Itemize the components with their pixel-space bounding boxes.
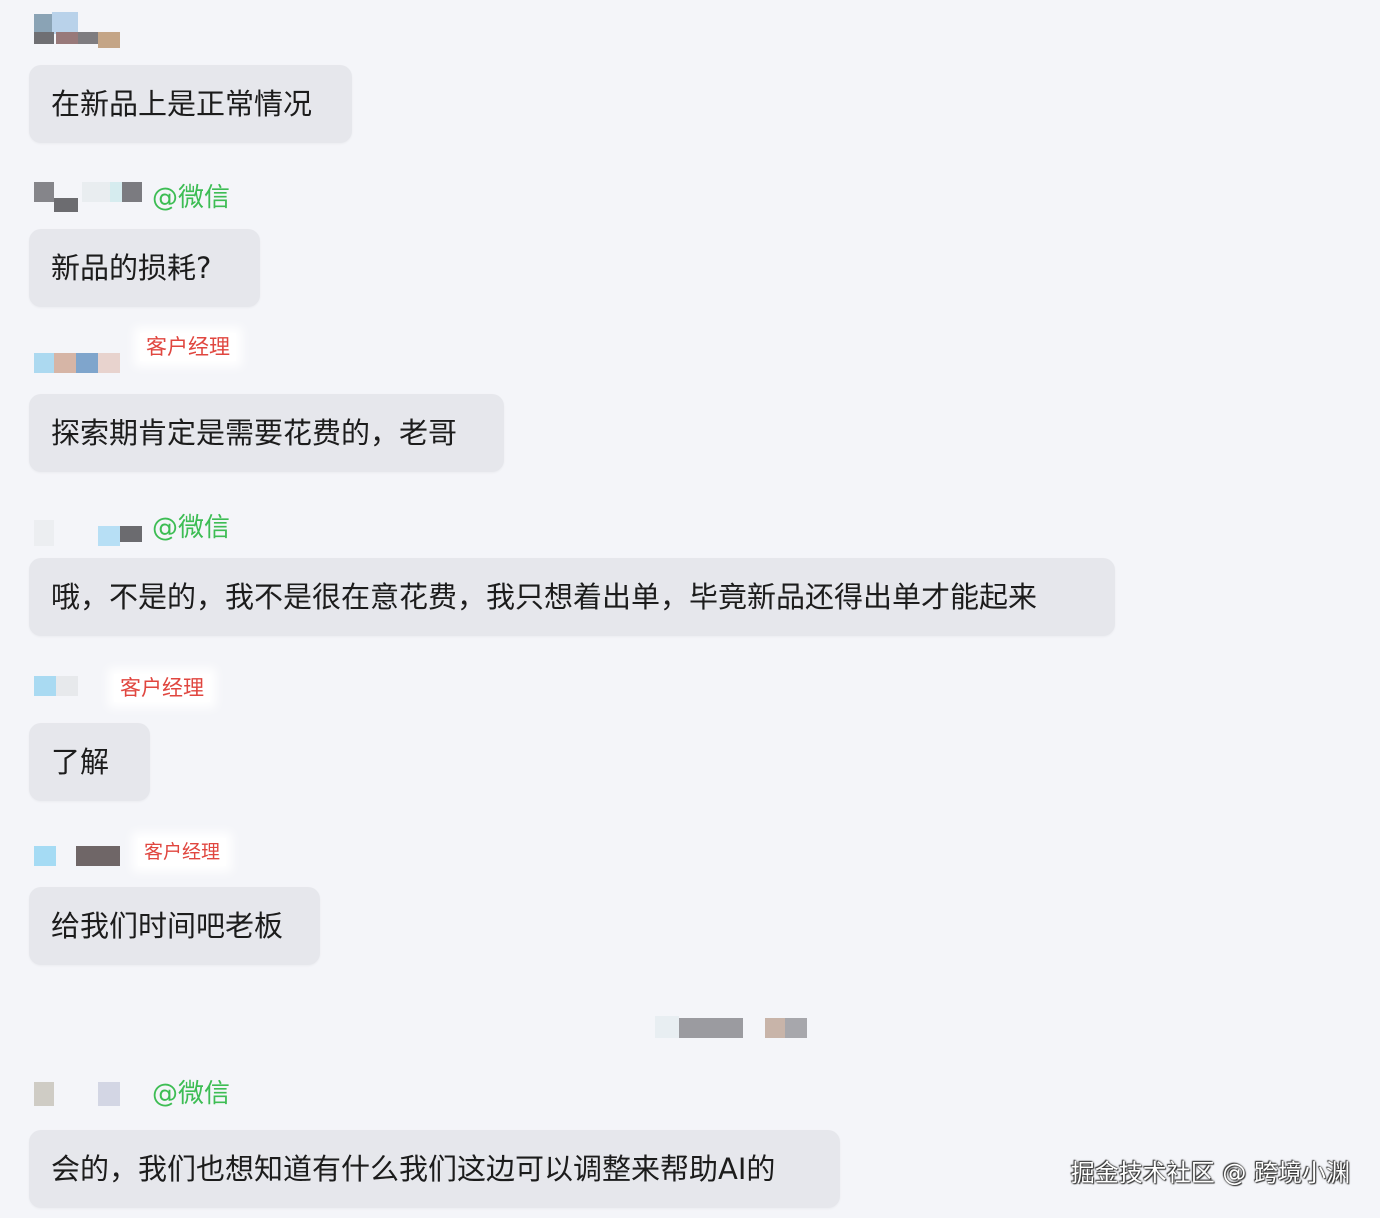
blurred-avatar-name	[78, 32, 98, 44]
blurred-avatar-name	[34, 520, 54, 546]
sender-info: @微信	[34, 1078, 254, 1118]
manager-tag: 客户经理	[138, 838, 227, 866]
blurred-avatar-name	[34, 1082, 54, 1106]
blurred-avatar-name	[54, 353, 76, 373]
message-bubble: 在新品上是正常情况	[29, 65, 352, 143]
message-bubble: 了解	[29, 723, 150, 801]
sender-info: 客户经理	[34, 672, 234, 712]
blurred-avatar-name	[56, 32, 78, 44]
message-bubble: 新品的损耗?	[29, 229, 260, 307]
system-notice	[655, 1014, 815, 1042]
blurred-avatar-name	[54, 198, 78, 212]
blurred-avatar-name	[765, 1018, 785, 1038]
blurred-avatar-name	[98, 526, 120, 546]
blurred-avatar-name	[122, 182, 142, 202]
message-text: 新品的损耗?	[51, 251, 212, 285]
message-bubble: 给我们时间吧老板	[29, 887, 320, 965]
sender-info	[34, 10, 134, 50]
message-text: 给我们时间吧老板	[51, 909, 284, 943]
blurred-avatar-name	[110, 182, 122, 202]
blurred-avatar-name	[98, 32, 120, 48]
blurred-avatar-name	[34, 676, 56, 696]
message-bubble: 哦，不是的，我不是很在意花费，我只想着出单，毕竟新品还得出单才能起来	[29, 558, 1115, 636]
watermark: 掘金技术社区 @ 跨境小渊	[1070, 1159, 1350, 1187]
blurred-avatar-name	[34, 353, 54, 373]
wechat-tag: @微信	[152, 513, 231, 543]
message-bubble: 探索期肯定是需要花费的，老哥	[29, 394, 504, 472]
blurred-avatar-name	[34, 14, 52, 34]
manager-tag: 客户经理	[114, 674, 210, 702]
blurred-avatar-name	[56, 676, 78, 696]
blurred-avatar-name	[98, 353, 120, 373]
message-bubble: 会的，我们也想知道有什么我们这边可以调整来帮助AI的	[29, 1130, 840, 1208]
blurred-avatar-name	[76, 353, 98, 373]
blurred-avatar-name	[120, 526, 142, 542]
blurred-avatar-name	[655, 1016, 679, 1038]
wechat-tag: @微信	[152, 183, 231, 213]
blurred-avatar-name	[785, 1018, 807, 1038]
blurred-avatar-name	[52, 12, 78, 34]
manager-tag: 客户经理	[140, 333, 236, 361]
wechat-tag: @微信	[152, 1079, 231, 1109]
message-text: 哦，不是的，我不是很在意花费，我只想着出单，毕竟新品还得出单才能起来	[51, 580, 1038, 614]
sender-info: @微信	[34, 180, 254, 220]
blurred-avatar-name	[76, 846, 120, 866]
message-text: 在新品上是正常情况	[51, 87, 313, 121]
message-text: 了解	[51, 745, 110, 779]
blurred-avatar-name	[98, 1082, 120, 1106]
sender-info: 客户经理	[34, 333, 254, 373]
message-text: 探索期肯定是需要花费的，老哥	[51, 416, 458, 450]
blurred-avatar-name	[34, 32, 54, 44]
sender-info: @微信	[34, 510, 254, 550]
sender-info: 客户经理	[34, 838, 254, 878]
message-text: 会的，我们也想知道有什么我们这边可以调整来帮助AI的	[51, 1152, 776, 1186]
blurred-avatar-name	[34, 846, 56, 866]
blurred-avatar-name	[679, 1018, 743, 1038]
blurred-avatar-name	[82, 182, 110, 202]
blurred-avatar-name	[34, 182, 54, 202]
